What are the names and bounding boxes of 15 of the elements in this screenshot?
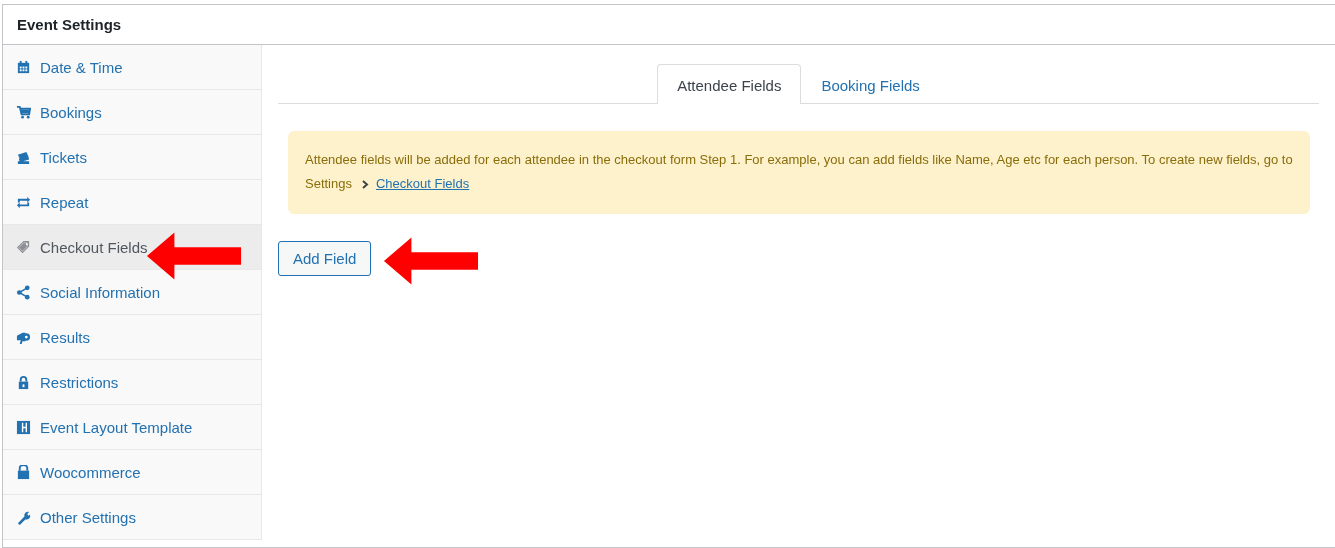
add-field-button[interactable]: Add Field — [278, 241, 372, 276]
share-icon — [16, 284, 31, 300]
tab[interactable]: Booking Fields — [801, 64, 940, 104]
tickets-icon — [16, 149, 31, 165]
repeat-icon — [16, 194, 31, 210]
tab[interactable]: Attendee Fields — [657, 64, 802, 104]
chevron-right-icon — [361, 180, 369, 189]
tag-icon — [16, 239, 31, 255]
lock-icon — [16, 374, 31, 390]
layout-icon — [16, 419, 31, 435]
wrench-icon — [16, 509, 31, 525]
cart-icon — [16, 104, 31, 120]
checkout-fields-link[interactable]: Checkout Fields — [376, 176, 470, 191]
calendar-icon — [16, 59, 31, 75]
notice-text: Attendee fields will be added for each attendee in the checkout form Step 1. For example, you can add fields like Name, Age etc for each person. To create new fields, go to Settings Checkout Fields — [305, 151, 1294, 193]
